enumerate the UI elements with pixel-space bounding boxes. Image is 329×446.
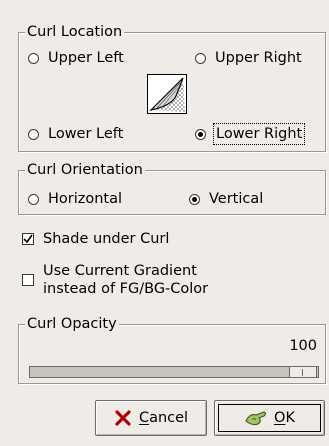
radio-indicator[interactable] <box>28 52 39 64</box>
curl-opacity-frame: Curl Opacity 100 <box>18 315 326 384</box>
radio-vertical[interactable]: Vertical <box>189 190 263 208</box>
radio-horizontal[interactable]: Horizontal <box>28 190 122 208</box>
ok-button[interactable]: OK <box>214 400 325 436</box>
cancel-button[interactable]: Cancel <box>95 400 207 436</box>
ok-hand-icon <box>245 411 267 426</box>
radio-indicator[interactable] <box>28 128 39 140</box>
use-gradient-label: Use Current Gradient instead of FG/BG-Co… <box>43 262 208 298</box>
curl-opacity-value: 100 <box>289 338 317 354</box>
curl-orientation-frame: Curl Orientation Horizontal Vertical <box>18 161 326 215</box>
radio-indicator-selected[interactable] <box>189 193 200 205</box>
radio-indicator[interactable] <box>195 52 206 64</box>
use-gradient-label-line2: instead of FG/BG-Color <box>43 281 209 297</box>
radio-label-lower-right: Lower Right <box>212 123 306 145</box>
curl-opacity-slider[interactable] <box>29 366 319 378</box>
curl-opacity-title: Curl Opacity <box>25 315 119 333</box>
use-gradient-checkbox[interactable]: Use Current Gradient instead of FG/BG-Co… <box>22 262 208 298</box>
use-gradient-label-line1: Use Current Gradient <box>43 263 197 279</box>
curl-preview-icon <box>147 74 187 114</box>
radio-label-vertical: Vertical <box>209 191 264 207</box>
slider-handle[interactable] <box>289 366 317 378</box>
curl-location-frame: Curl Location Upper Left Upper Right Low… <box>18 23 326 152</box>
checkbox-box[interactable] <box>22 274 34 286</box>
shade-under-curl-label: Shade under Curl <box>43 231 170 247</box>
radio-lower-right[interactable]: Lower Right <box>195 123 306 145</box>
radio-label-upper-right: Upper Right <box>215 50 302 66</box>
ok-button-label: OK <box>274 410 295 426</box>
radio-label-horizontal: Horizontal <box>48 191 123 207</box>
radio-upper-right[interactable]: Upper Right <box>195 49 302 67</box>
radio-label-upper-left: Upper Left <box>48 50 124 66</box>
radio-label-lower-left: Lower Left <box>48 126 124 142</box>
cancel-button-label: Cancel <box>138 410 189 426</box>
checkmark-icon <box>23 234 33 244</box>
radio-lower-left[interactable]: Lower Left <box>28 125 123 143</box>
cancel-x-icon <box>115 410 131 426</box>
radio-indicator[interactable] <box>28 193 39 205</box>
shade-under-curl-checkbox[interactable]: Shade under Curl <box>22 230 169 248</box>
curl-location-title: Curl Location <box>25 23 125 41</box>
radio-upper-left[interactable]: Upper Left <box>28 49 124 67</box>
curl-orientation-title: Curl Orientation <box>25 161 145 179</box>
radio-indicator-selected[interactable] <box>195 128 206 140</box>
checkbox-box-checked[interactable] <box>22 233 34 245</box>
